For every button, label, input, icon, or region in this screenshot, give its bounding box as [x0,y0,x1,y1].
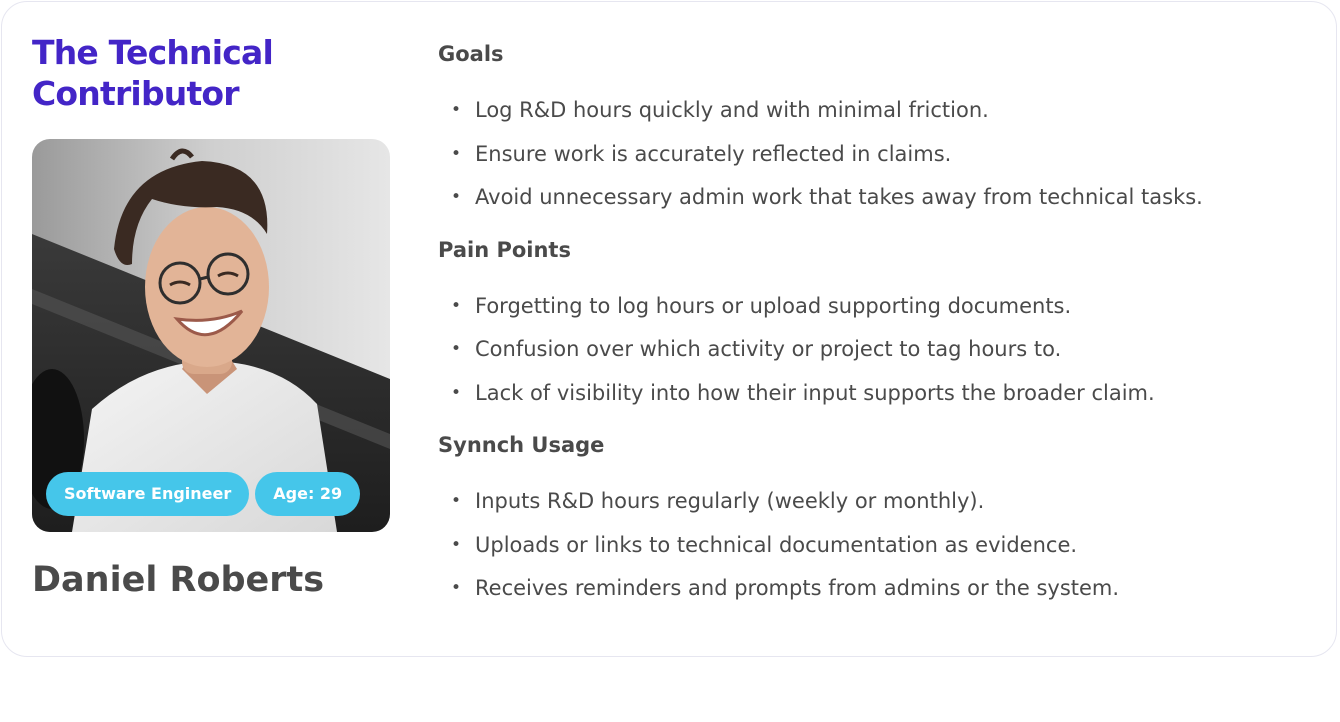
list-item: • Log R&D hours quickly and with minimal … [438,89,1318,133]
bullet-icon: • [451,339,462,359]
list-item: • Ensure work is accurately reflected in … [438,133,1318,177]
persona-card: The Technical Contributor Software Engin… [1,1,1337,657]
bullet-icon: • [451,491,462,511]
list-item: • Avoid unnecessary admin work that takes… [438,176,1318,220]
bullet-icon: • [451,100,462,120]
bullet-icon: • [451,534,462,555]
usage-list: • Inputs R&D hours regularly (weekly or m… [438,480,1318,611]
list-item: • Lack of visibility into how their input… [438,372,1318,416]
list-item: • Confusion over which activity or projec… [438,328,1318,372]
list-item: • Uploads or links to technical documenta… [438,524,1318,568]
age-badge: Age: 29 [255,472,361,516]
role-badge: Software Engineer [46,472,250,516]
persona-photo: Software Engineer Age: 29 [32,139,390,532]
usage-section: Synnch Usage • Inputs R&D hours regularly… [438,431,1318,611]
goals-list: • Log R&D hours quickly and with minimal … [438,89,1318,220]
persona-name: Daniel Roberts [32,560,325,600]
bullet-icon: • [451,143,462,164]
section-heading-pain-points: Pain Points [438,237,571,262]
persona-details: Goals • Log R&D hours quickly and with mi… [438,40,1318,611]
pain-points-list: • Forgetting to log hours or upload suppo… [438,285,1318,416]
bullet-icon: • [451,578,462,598]
bullet-icon: • [451,187,462,207]
bullet-icon: • [451,382,462,403]
persona-profile: The Technical Contributor Software Engin… [32,32,392,600]
section-heading-goals: Goals [438,42,504,66]
bullet-icon: • [451,295,462,316]
section-heading-usage: Synnch Usage [438,433,605,457]
list-item: • Receives reminders and prompts from adm… [438,567,1318,611]
persona-badges: Software Engineer Age: 29 [46,472,361,516]
list-item: • Inputs R&D hours regularly (weekly or m… [438,480,1318,524]
pain-points-section: Pain Points • Forgetting to log hours or … [438,236,1318,416]
persona-title: The Technical Contributor [32,33,274,113]
goals-section: Goals • Log R&D hours quickly and with mi… [438,40,1318,220]
list-item: • Forgetting to log hours or upload suppo… [438,285,1318,329]
